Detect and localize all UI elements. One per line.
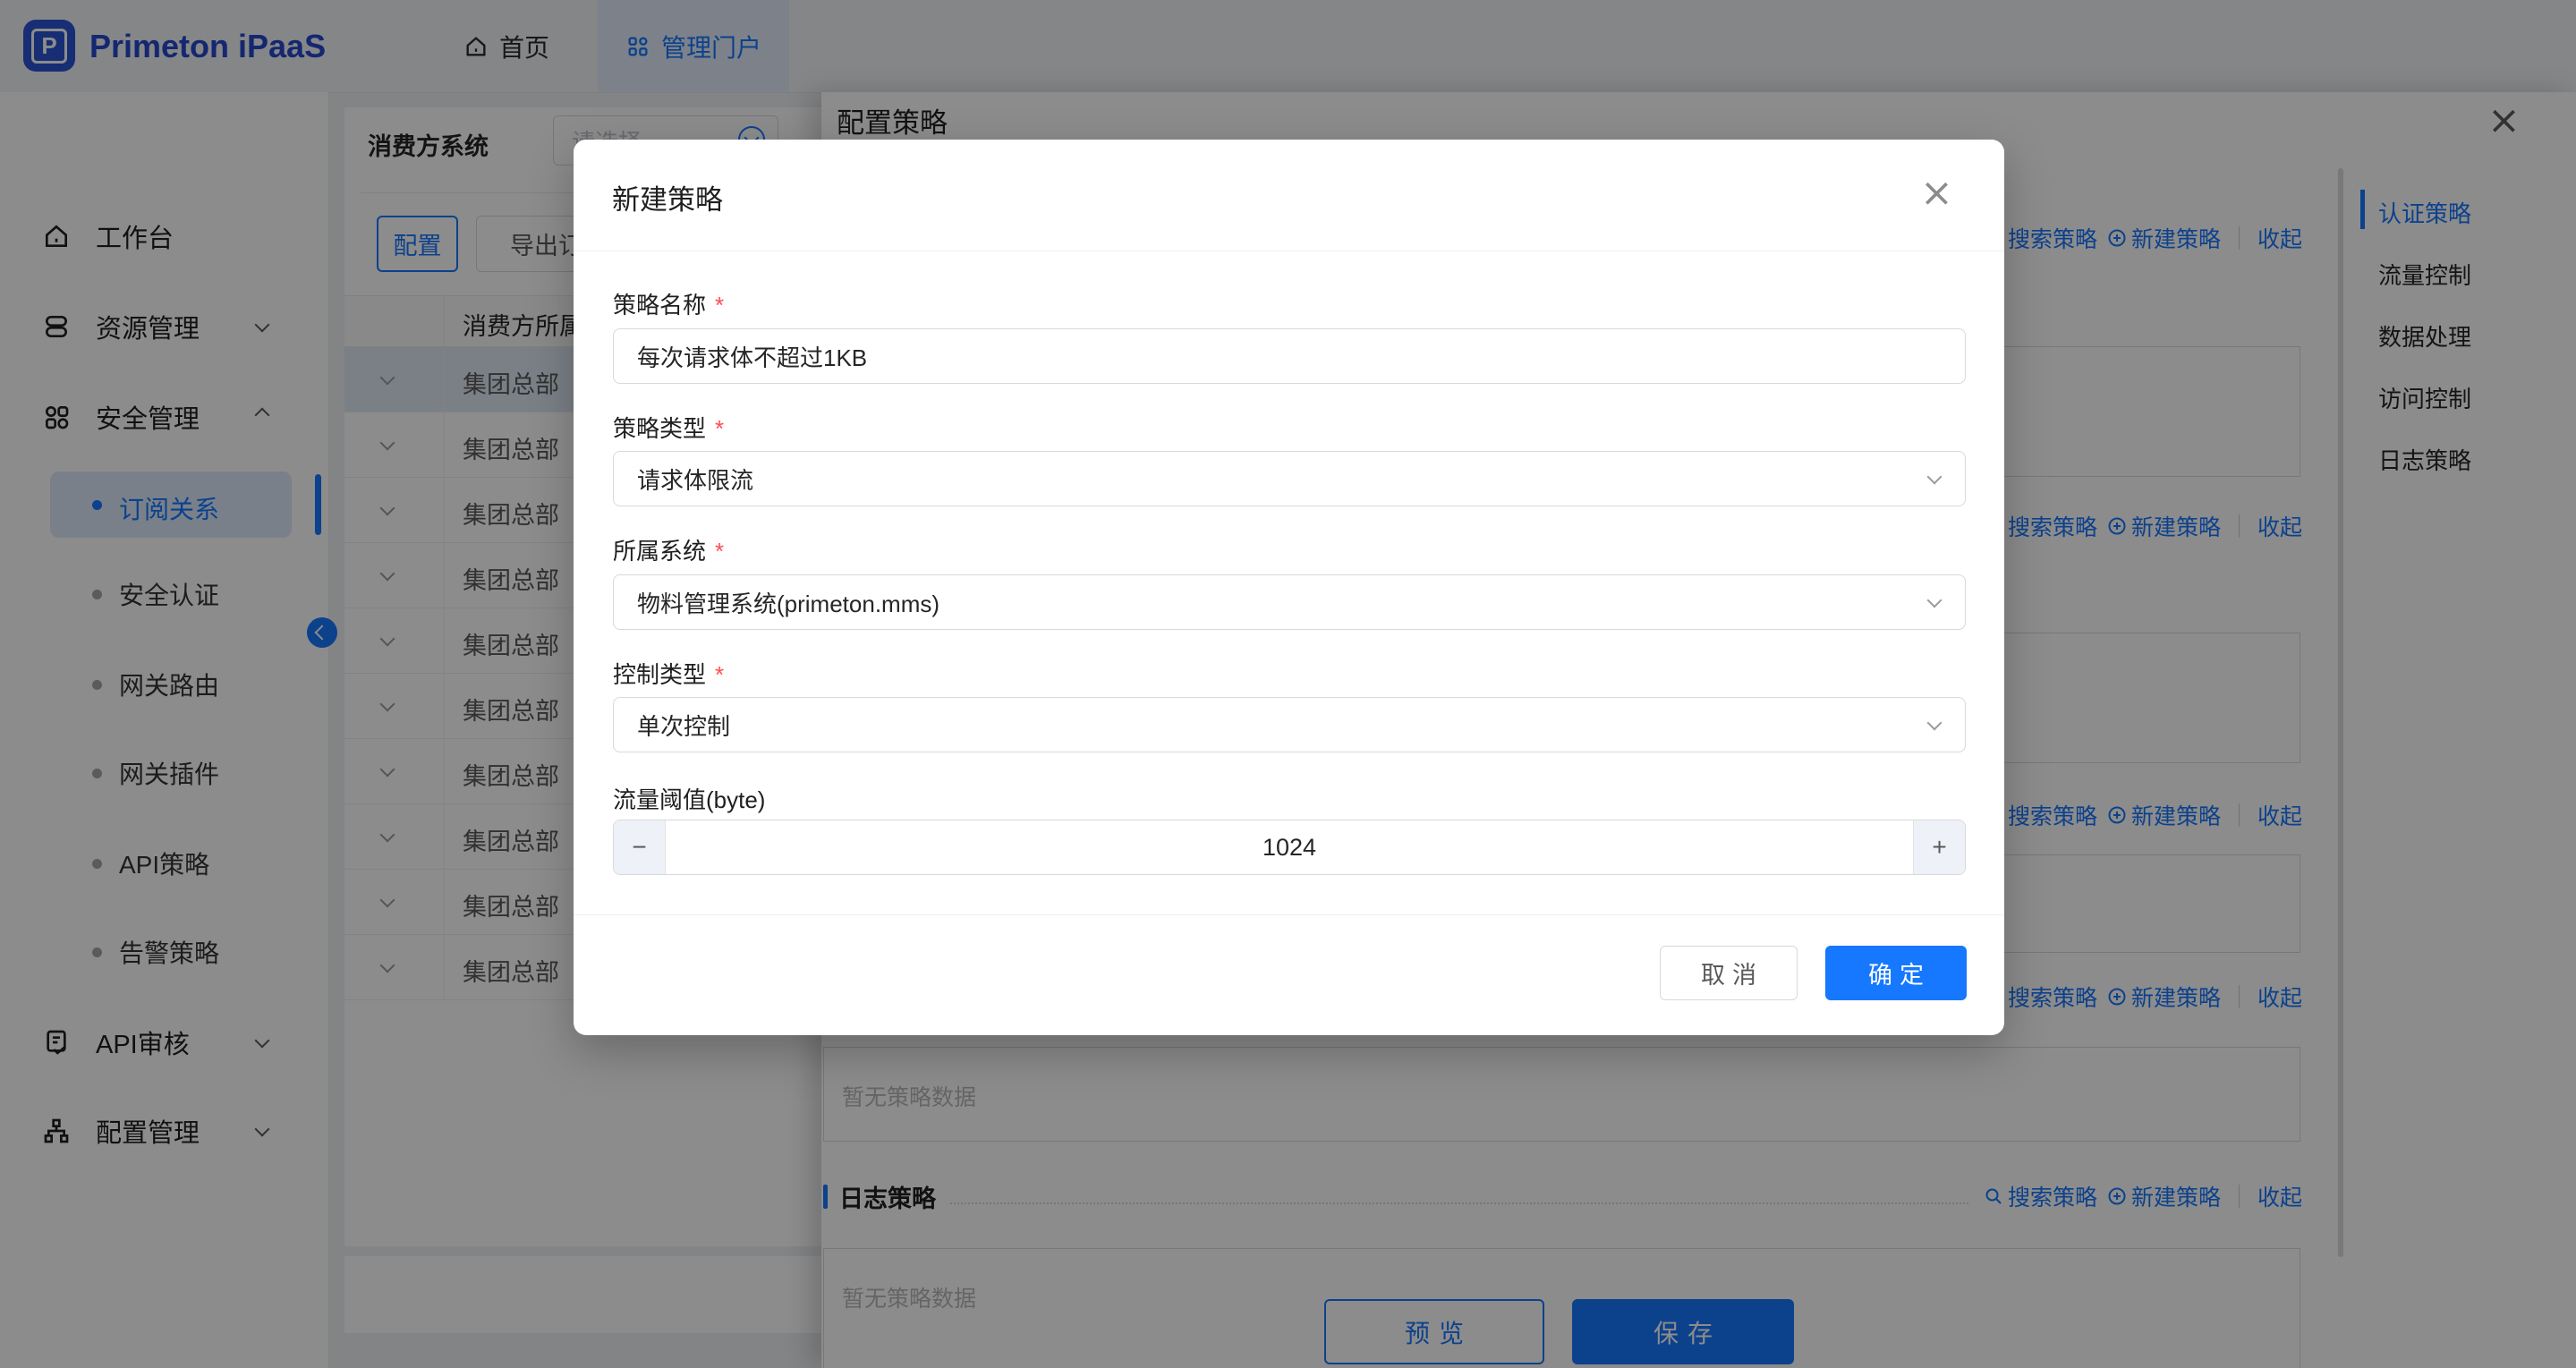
system-label: 所属系统*	[613, 533, 724, 562]
required-asterisk: *	[715, 661, 724, 688]
policy-type-label: 策略类型*	[613, 411, 724, 439]
policy-name-field	[613, 328, 1966, 384]
required-asterisk: *	[715, 292, 724, 319]
cancel-button[interactable]: 取消	[1660, 946, 1798, 1000]
modal-title: 新建策略	[612, 177, 723, 217]
screen: P Primeton iPaaS 首页 管理门户 工作台 资源管理	[0, 0, 2576, 1368]
system-select[interactable]: 物料管理系统(primeton.mms)	[613, 574, 1966, 630]
control-type-select[interactable]: 单次控制	[613, 697, 1966, 752]
policy-name-input[interactable]	[614, 329, 1965, 383]
ok-button[interactable]: 确定	[1825, 946, 1967, 1000]
required-asterisk: *	[715, 538, 724, 565]
threshold-value[interactable]: 1024	[666, 820, 1913, 874]
chevron-down-icon	[1927, 470, 1943, 485]
stepper-minus-button[interactable]: −	[614, 820, 666, 874]
control-type-label: 控制类型*	[613, 657, 724, 685]
new-policy-modal: 新建策略 × 策略名称* 策略类型* 请求体限流 所属系统* 物料管理系统(pr…	[574, 140, 2004, 1035]
required-asterisk: *	[715, 415, 724, 442]
chevron-down-icon	[1927, 593, 1943, 608]
chevron-down-icon	[1927, 716, 1943, 731]
divider	[574, 914, 2004, 915]
select-value: 物料管理系统(primeton.mms)	[637, 586, 939, 619]
select-value: 请求体限流	[637, 463, 753, 496]
modal-close-icon[interactable]: ×	[1920, 174, 1953, 213]
policy-type-select[interactable]: 请求体限流	[613, 451, 1966, 506]
policy-name-label: 策略名称*	[613, 287, 724, 316]
threshold-label: 流量阈值(byte)	[613, 782, 765, 811]
stepper-plus-button[interactable]: +	[1913, 820, 1965, 874]
select-value: 单次控制	[637, 709, 730, 742]
threshold-stepper: − 1024 +	[613, 820, 1966, 875]
